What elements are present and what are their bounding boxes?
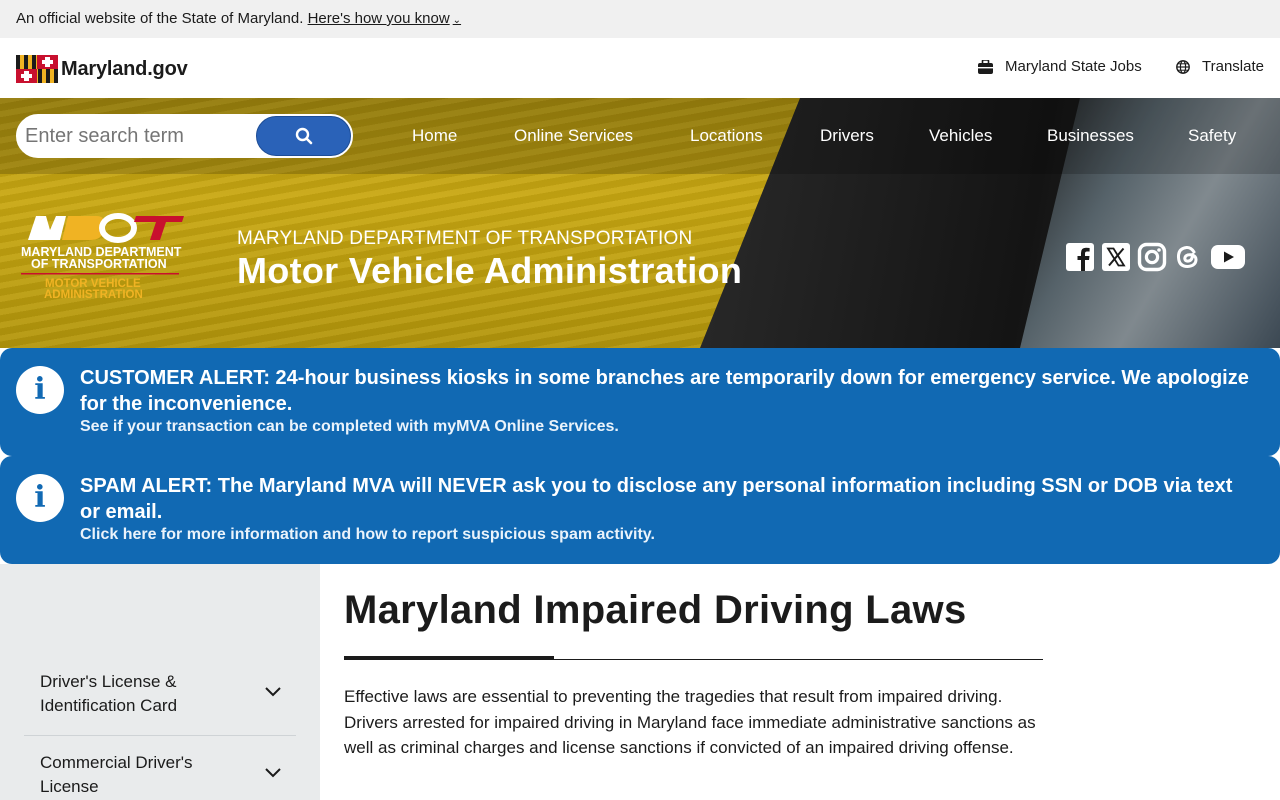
nav-online-services[interactable]: Online Services [514,126,633,146]
chevron-down-icon: ⌄ [452,15,462,26]
spam-alert: i SPAM ALERT: The Maryland MVA will NEVE… [0,456,1280,564]
globe-icon [1176,59,1190,74]
mdot-mva-logo[interactable]: MARYLAND DEPARTMENT OF TRANSPORTATION MO… [20,212,185,304]
page-title: Maryland Impaired Driving Laws [344,588,967,632]
agency-subtitle: MARYLAND DEPARTMENT OF TRANSPORTATION [237,228,693,249]
top-bar: Maryland.gov Maryland State Jobs Transla… [0,38,1280,98]
nav-safety[interactable]: Safety [1188,126,1236,146]
maryland-gov-logo[interactable]: Maryland.gov [16,54,188,84]
logo-text: Maryland.gov [61,57,188,80]
customer-alert-title: CUSTOMER ALERT: 24-hour business kiosks … [80,367,1249,415]
sidenav-item-label: Driver's License & Identification Card [40,672,178,715]
translate-link[interactable]: Translate [1176,58,1264,75]
hero-banner: Home Online Services Locations Drivers V… [0,98,1280,348]
chevron-down-icon[interactable] [264,767,282,779]
spam-alert-link[interactable]: Click here for more information and how … [80,526,655,544]
gov-banner: An official website of the State of Mary… [0,0,1280,38]
sidenav-item-cdl[interactable]: Commercial Driver's License [24,751,296,800]
maryland-flag-icon [16,55,58,83]
how-you-know-label: Here's how you know [307,10,450,27]
intro-paragraph: Effective laws are essential to preventi… [344,687,1036,757]
gov-banner-text: An official website of the State of Mary… [16,10,304,27]
title-accent-bar [344,656,554,660]
search-input[interactable] [18,116,258,156]
facebook-icon[interactable] [1065,242,1095,272]
youtube-icon[interactable] [1210,242,1246,272]
info-icon: i [16,474,64,522]
side-nav: Driver's License & Identification Card C… [0,564,320,800]
info-icon: i [16,366,64,414]
nav-locations[interactable]: Locations [690,126,763,146]
chevron-down-icon[interactable] [264,686,282,698]
sidenav-item-drivers-license[interactable]: Driver's License & Identification Card [24,670,296,730]
logo-line2: OF TRANSPORTATION [31,257,167,271]
customer-alert-link[interactable]: See if your transaction can be completed… [80,418,619,436]
agency-title: Motor Vehicle Administration [237,250,743,291]
spam-alert-title: SPAM ALERT: The Maryland MVA will NEVER … [80,475,1233,523]
search-button[interactable] [256,116,351,156]
briefcase-icon [978,59,993,74]
logo-line4: ADMINISTRATION [44,289,143,301]
translate-label: Translate [1202,58,1264,75]
nav-businesses[interactable]: Businesses [1047,126,1134,146]
nav-vehicles[interactable]: Vehicles [929,126,992,146]
search-box [16,114,353,158]
how-you-know-link[interactable]: Here's how you know ⌄ [308,10,462,27]
nav-home[interactable]: Home [412,126,457,146]
sidenav-item-label: Commercial Driver's License [40,753,193,796]
customer-alert: i CUSTOMER ALERT: 24-hour business kiosk… [0,348,1280,456]
state-jobs-label: Maryland State Jobs [1005,58,1142,75]
instagram-icon[interactable] [1137,242,1167,272]
nav-drivers[interactable]: Drivers [820,126,874,146]
divider [24,735,296,736]
x-icon[interactable] [1101,242,1131,272]
threads-icon[interactable] [1173,242,1203,272]
search-icon [295,127,312,145]
state-jobs-link[interactable]: Maryland State Jobs [978,58,1142,75]
